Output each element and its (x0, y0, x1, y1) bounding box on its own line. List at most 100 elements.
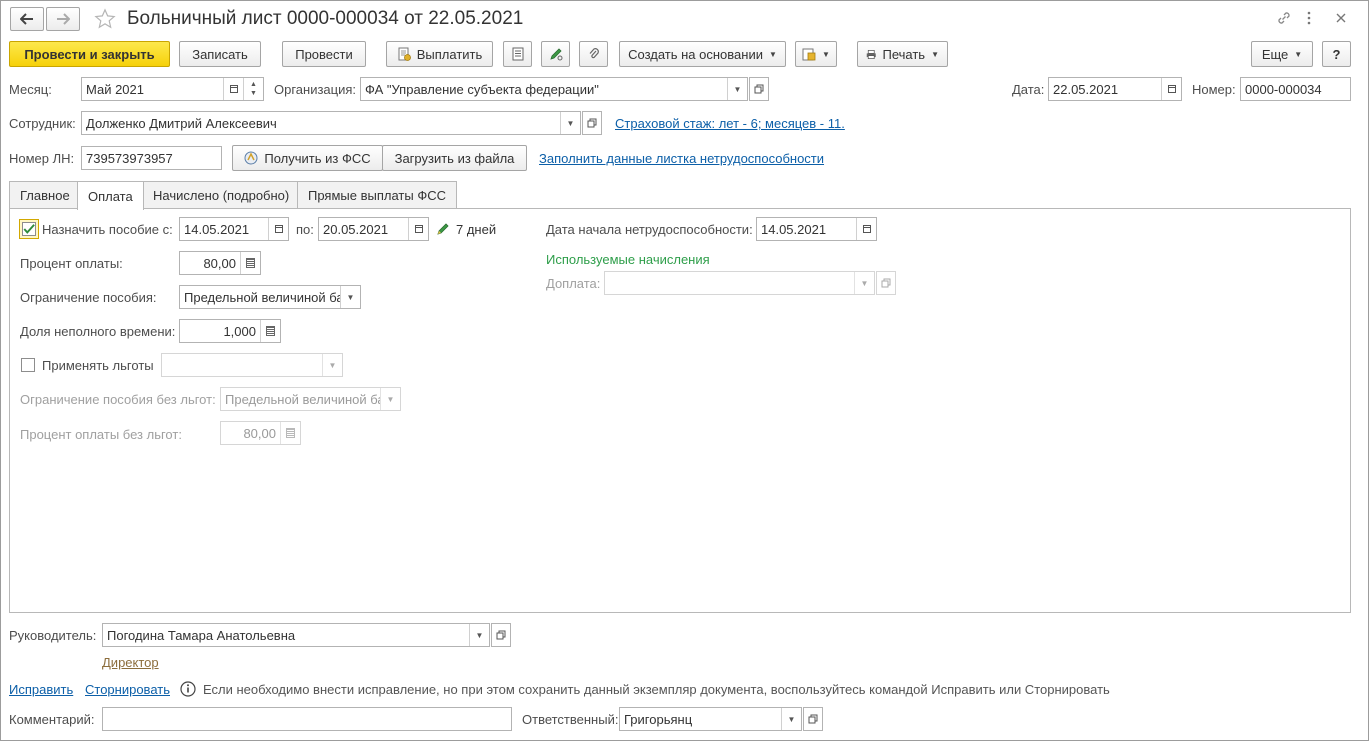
reports-button[interactable]: ▼ (795, 41, 837, 67)
get-from-fss-button[interactable]: Получить из ФСС (232, 145, 383, 171)
register-icon (512, 47, 523, 61)
manager-label: Руководитель: (9, 628, 97, 643)
calculator-button[interactable] (280, 422, 300, 444)
organization-dropdown[interactable]: ▼ (727, 78, 747, 100)
benefit-limit-field[interactable]: Предельной величиной ба ▼ (179, 285, 361, 309)
calculator-button[interactable] (240, 252, 260, 274)
payment-percent-value: 80,00 (203, 255, 236, 271)
responsible-open-button[interactable] (803, 707, 823, 731)
attach-file-button[interactable] (579, 41, 608, 67)
reverse-link[interactable]: Сторнировать (85, 682, 170, 698)
employee-open-button[interactable] (582, 111, 602, 135)
pay-button[interactable]: Выплатить (386, 41, 493, 67)
benefit-date-from-value: 14.05.2021 (184, 221, 250, 237)
month-field[interactable]: Май 2021 ▲ ▼ (81, 77, 264, 101)
manager-dropdown[interactable]: ▼ (469, 624, 489, 646)
tab-accrued-detailed[interactable]: Начислено (подробно) (142, 181, 301, 209)
surcharge-dropdown[interactable]: ▼ (854, 272, 874, 294)
benefits-dropdown[interactable]: ▼ (322, 354, 342, 376)
parttime-share-field[interactable]: 1,000 (179, 319, 281, 343)
fill-sick-leave-link[interactable]: Заполнить данные листка нетрудоспособнос… (539, 151, 824, 167)
window-title: Больничный лист 0000-000034 от 22.05.202… (127, 8, 524, 29)
load-from-file-button[interactable]: Загрузить из файла (382, 145, 527, 171)
employee-dropdown[interactable]: ▼ (560, 112, 580, 134)
print-label: Печать (882, 46, 926, 62)
pencil-icon[interactable] (436, 222, 450, 236)
fss-icon (244, 151, 258, 165)
calendar-button[interactable] (268, 218, 288, 240)
insurance-experience-link[interactable]: Страховой стаж: лет - 6; месяцев - 11. (615, 116, 845, 132)
save-label: Записать (192, 46, 248, 62)
calculator-icon (266, 326, 275, 336)
responsible-field[interactable]: Григорьянц ▼ (619, 707, 802, 731)
load-from-file-label: Загрузить из файла (394, 150, 515, 166)
surcharge-open-button[interactable] (876, 271, 896, 295)
employee-value: Долженко Дмитрий Алексеевич (86, 115, 277, 131)
star-icon[interactable] (94, 8, 116, 30)
post-button[interactable]: Провести (282, 41, 366, 67)
disability-start-label: Дата начала нетрудоспособности: (546, 222, 753, 237)
comment-field[interactable] (102, 707, 512, 731)
chevron-down-icon: ▼ (931, 49, 939, 59)
benefit-date-from-field[interactable]: 14.05.2021 (179, 217, 289, 241)
payment-document-icon (398, 47, 411, 61)
fix-link[interactable]: Исправить (9, 682, 73, 698)
days-count: 7 дней (456, 222, 497, 237)
calendar-button[interactable] (408, 218, 428, 240)
surcharge-field[interactable]: ▼ (604, 271, 875, 295)
organization-label: Организация: (274, 82, 357, 97)
link-icon[interactable] (1276, 10, 1292, 26)
more-button[interactable]: Еще ▼ (1251, 41, 1313, 67)
create-based-on-button[interactable]: Создать на основании ▼ (619, 41, 786, 67)
calendar-button[interactable] (223, 78, 243, 100)
number-value: 0000-000034 (1245, 81, 1322, 97)
limit-without-benefits-field[interactable]: Предельной величиной ба ▼ (220, 387, 401, 411)
tab-main[interactable]: Главное (9, 181, 81, 209)
print-button[interactable]: Печать ▼ (857, 41, 948, 67)
assign-benefit-checkbox[interactable] (19, 219, 39, 239)
apply-benefits-checkbox[interactable] (21, 358, 35, 372)
disability-start-field[interactable]: 14.05.2021 (756, 217, 877, 241)
arrow-left-icon (20, 13, 33, 25)
number-field[interactable]: 0000-000034 (1240, 77, 1351, 101)
open-window-icon (881, 278, 891, 288)
parttime-share-label: Доля неполного времени: (20, 324, 176, 339)
limit-without-benefits-value: Предельной величиной ба (225, 391, 380, 407)
date-field[interactable]: 22.05.2021 (1048, 77, 1182, 101)
month-stepper[interactable]: ▲ ▼ (243, 78, 263, 100)
percent-without-benefits-field[interactable]: 80,00 (220, 421, 301, 445)
more-vertical-icon[interactable] (1306, 10, 1312, 26)
open-window-icon (587, 118, 597, 128)
manager-field[interactable]: Погодина Тамара Анатольевна ▼ (102, 623, 490, 647)
manager-open-button[interactable] (491, 623, 511, 647)
calendar-icon (229, 85, 238, 93)
calendar-button[interactable] (856, 218, 876, 240)
calculator-button[interactable] (260, 320, 280, 342)
edit-signature-button[interactable] (541, 41, 570, 67)
employee-field[interactable]: Долженко Дмитрий Алексеевич ▼ (81, 111, 581, 135)
save-button[interactable]: Записать (179, 41, 261, 67)
assign-benefit-label: Назначить пособие с: (42, 222, 173, 237)
close-icon[interactable] (1335, 12, 1347, 24)
organization-field[interactable]: ФА "Управление субъекта федерации" ▼ (360, 77, 748, 101)
post-and-close-button[interactable]: Провести и закрыть (9, 41, 170, 67)
organization-open-button[interactable] (749, 77, 769, 101)
limit-without-benefits-dropdown[interactable]: ▼ (380, 388, 400, 410)
responsible-dropdown[interactable]: ▼ (781, 708, 801, 730)
register-button[interactable] (503, 41, 532, 67)
benefits-select[interactable]: ▼ (161, 353, 343, 377)
tab-fss-direct-payments[interactable]: Прямые выплаты ФСС (297, 181, 457, 209)
benefit-date-to-field[interactable]: 20.05.2021 (318, 217, 429, 241)
tab-payment-label: Оплата (88, 188, 133, 204)
help-button[interactable]: ? (1322, 41, 1351, 67)
forward-button[interactable] (46, 7, 80, 31)
back-button[interactable] (10, 7, 44, 31)
calendar-button[interactable] (1161, 78, 1181, 100)
payment-percent-field[interactable]: 80,00 (179, 251, 261, 275)
open-window-icon (496, 630, 506, 640)
benefit-limit-dropdown[interactable]: ▼ (340, 286, 360, 308)
payment-percent-label: Процент оплаты: (20, 256, 123, 271)
ln-number-field[interactable]: 739573973957 (81, 146, 222, 170)
manager-position-link[interactable]: Директор (102, 655, 159, 671)
tab-payment[interactable]: Оплата (77, 181, 144, 210)
